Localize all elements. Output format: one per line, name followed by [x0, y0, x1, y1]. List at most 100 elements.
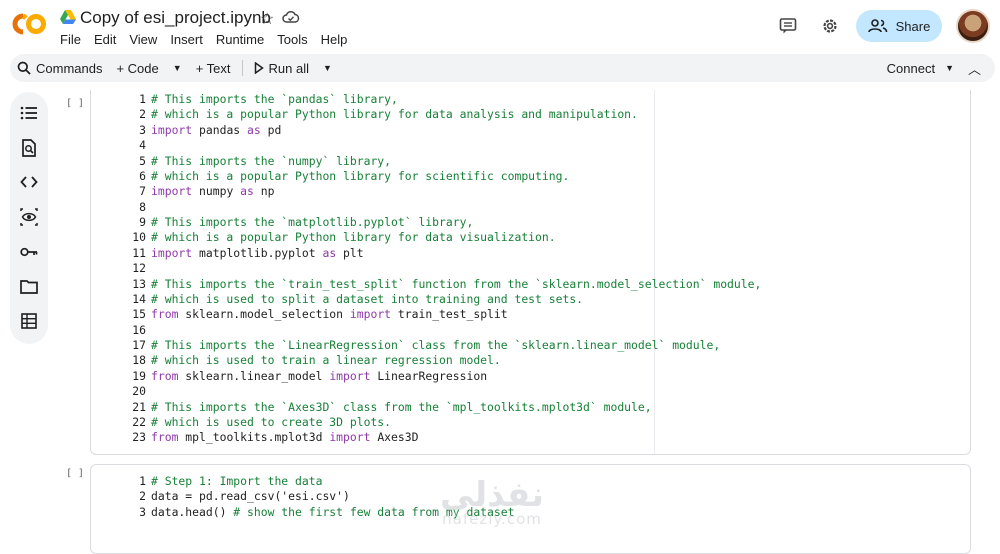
menu-bar: File Edit View Insert Runtime Tools Help	[60, 32, 360, 47]
line-number: 2	[139, 489, 146, 504]
watermark-latin: nafezly.com	[442, 510, 542, 528]
code-comment: # This imports the `LinearRegression` cl…	[151, 338, 721, 352]
code-line[interactable]: 16	[91, 323, 761, 338]
code-editor[interactable]: 1 # This imports the `pandas` library, 2 # …	[91, 92, 761, 446]
connect-dropdown-icon[interactable]: ▼	[945, 63, 954, 73]
line-number: 1	[139, 92, 146, 106]
line-number: 4	[139, 138, 146, 153]
line-number: 17	[132, 338, 146, 352]
secrets-key-icon[interactable]	[17, 240, 41, 263]
code-text: sklearn.model_selection	[178, 307, 350, 322]
share-label: Share	[895, 18, 931, 34]
code-line[interactable]: 10 # which is a popular Python library fo…	[91, 230, 761, 245]
code-line[interactable]: 3 import pandas as pd	[91, 123, 761, 138]
variables-eye-icon[interactable]	[17, 206, 41, 229]
code-keyword: import	[329, 430, 371, 445]
star-icon[interactable]: ☆	[260, 9, 274, 29]
code-comment: # This imports the `numpy` library,	[151, 153, 392, 168]
run-all-label: Run all	[268, 60, 309, 76]
run-all-button[interactable]: Run all	[247, 54, 316, 82]
code-line[interactable]: 22 # which is used to create 3D plots.	[91, 415, 761, 430]
line-number: 1	[139, 474, 146, 488]
code-text: numpy	[192, 184, 241, 199]
menu-insert[interactable]: Insert	[170, 32, 208, 47]
cell-run-button[interactable]: [ ]	[66, 468, 84, 479]
comments-icon[interactable]	[772, 10, 804, 42]
code-snippets-icon[interactable]	[17, 171, 41, 194]
menu-edit[interactable]: Edit	[94, 32, 121, 47]
caret-down-icon: ▼	[172, 63, 182, 73]
code-comment: # This imports the `train_test_split` fu…	[151, 276, 762, 291]
notebook-title[interactable]: Copy of esi_project.ipynb	[80, 8, 271, 28]
add-code-button[interactable]: + Code	[109, 54, 165, 82]
files-folder-icon[interactable]	[17, 275, 41, 298]
header-actions: Share	[772, 9, 990, 43]
play-icon	[254, 62, 264, 74]
code-keyword: from	[151, 307, 179, 322]
table-of-contents-icon[interactable]	[17, 102, 41, 125]
connect-button[interactable]: Connect	[887, 61, 935, 76]
code-line[interactable]: 13 # This imports the `train_test_split` …	[91, 277, 761, 292]
cell-run-button[interactable]: [ ]	[66, 98, 84, 109]
share-button[interactable]: Share	[856, 10, 942, 42]
code-keyword: from	[151, 368, 179, 383]
commands-button[interactable]: Commands	[10, 54, 109, 82]
watermark-arabic: نفذلي	[440, 475, 545, 515]
collapse-chevron-up-icon[interactable]: ︿	[968, 59, 981, 78]
code-line[interactable]: 11 import matplotlib.pyplot as plt	[91, 246, 761, 261]
code-text: sklearn.linear_model	[178, 368, 330, 383]
line-number: 8	[139, 199, 146, 214]
code-line[interactable]: 17 # This imports the `LinearRegression` …	[91, 338, 761, 353]
add-code-dropdown[interactable]: ▼	[166, 54, 189, 82]
line-number: 7	[139, 184, 146, 199]
colab-logo[interactable]	[10, 10, 48, 38]
code-line[interactable]: 21 # This imports the `Axes3D` class from…	[91, 400, 761, 415]
code-line[interactable]: 2 # which is a popular Python library for…	[91, 107, 761, 122]
line-number: 18	[132, 353, 146, 368]
line-number: 13	[132, 276, 146, 291]
code-keyword: as	[240, 184, 254, 199]
code-line[interactable]: 9 # This imports the `matplotlib.pyplot` …	[91, 215, 761, 230]
line-number: 12	[132, 261, 146, 276]
user-avatar[interactable]	[956, 9, 990, 43]
code-line[interactable]: 19 from sklearn.linear_model import Linea…	[91, 369, 761, 384]
run-all-dropdown[interactable]: ▼	[316, 54, 339, 82]
code-keyword: import	[151, 122, 193, 137]
code-line[interactable]: 5 # This imports the `numpy` library,	[91, 154, 761, 169]
find-in-notebook-icon[interactable]	[17, 137, 41, 160]
menu-file[interactable]: File	[60, 32, 86, 47]
code-comment: # This imports the `pandas` library,	[151, 92, 398, 106]
menu-runtime[interactable]: Runtime	[216, 32, 269, 47]
code-line[interactable]: 23 from mpl_toolkits.mplot3d import Axes3…	[91, 430, 761, 445]
add-text-button[interactable]: + Text	[189, 54, 238, 82]
menu-tools[interactable]: Tools	[277, 32, 312, 47]
code-line[interactable]: 18 # which is used to train a linear regr…	[91, 353, 761, 368]
code-line[interactable]: 4	[91, 138, 761, 153]
settings-gear-icon[interactable]	[814, 10, 846, 42]
code-line[interactable]: 20	[91, 384, 761, 399]
code-line[interactable]: 12	[91, 261, 761, 276]
code-text: Axes3D	[370, 430, 419, 445]
code-line[interactable]: 15 from sklearn.model_selection import tr…	[91, 307, 761, 322]
side-rail	[10, 92, 48, 344]
code-line[interactable]: 1 # This imports the `pandas` library,	[91, 92, 761, 107]
code-comment: # This imports the `Axes3D` class from t…	[151, 399, 652, 414]
drive-icon[interactable]	[60, 10, 76, 29]
menu-view[interactable]: View	[129, 32, 162, 47]
line-number: 15	[132, 307, 146, 322]
nafezly-watermark: نفذلي nafezly.com	[440, 478, 544, 527]
code-line[interactable]: 7 import numpy as np	[91, 184, 761, 199]
add-code-label: + Code	[116, 60, 159, 76]
cloud-saved-icon[interactable]	[282, 10, 300, 29]
toolbar-divider	[241, 60, 243, 76]
code-text: pd	[260, 122, 282, 137]
line-number: 3	[139, 122, 146, 137]
data-table-icon[interactable]	[17, 309, 41, 332]
code-comment: # which is a popular Python library for …	[151, 168, 570, 183]
menu-help[interactable]: Help	[321, 32, 353, 47]
code-line[interactable]: 14 # which is used to split a dataset int…	[91, 292, 761, 307]
code-line[interactable]: 8	[91, 200, 761, 215]
code-keyword: as	[322, 245, 337, 260]
code-cell[interactable]: 1 # This imports the `pandas` library, 2 # …	[90, 90, 971, 455]
code-line[interactable]: 6 # which is a popular Python library for…	[91, 169, 761, 184]
